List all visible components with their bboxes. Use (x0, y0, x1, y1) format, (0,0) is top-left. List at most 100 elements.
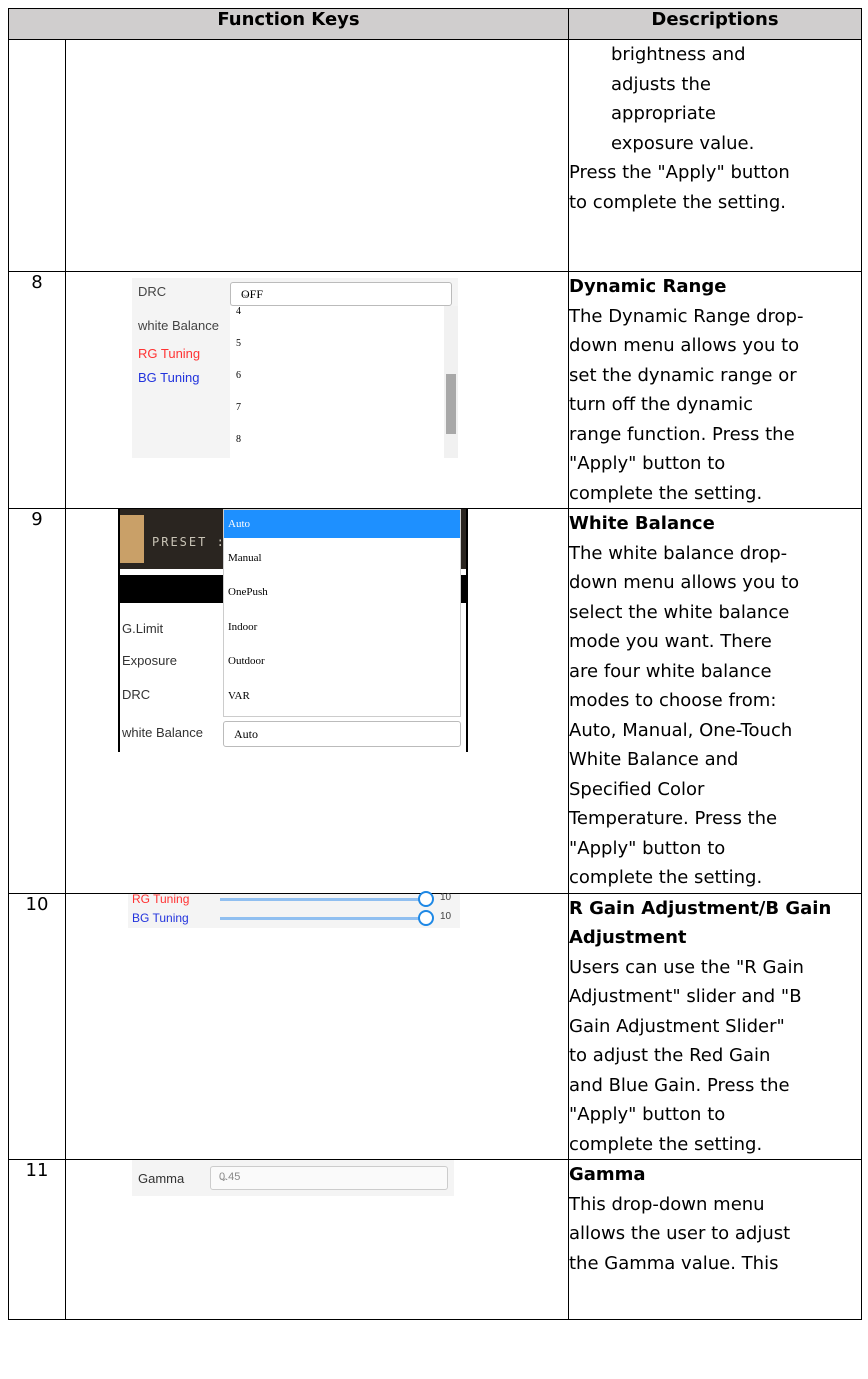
wb-option-var[interactable]: VAR (224, 682, 460, 710)
text-line: set the dynamic range or (569, 364, 797, 386)
rg-slider-handle[interactable] (418, 890, 434, 907)
g-limit-label: G.Limit (122, 621, 164, 636)
gain-sliders-screenshot: RG Tuning 10 BG Tuning 10 (128, 890, 460, 928)
chevron-down-icon: ⌄ (234, 728, 244, 740)
gamma-select[interactable]: 0.45 ⌄ (210, 1166, 448, 1190)
preset-label: PRESET : (152, 535, 226, 549)
scrollbar[interactable] (444, 306, 458, 458)
wb-option-outdoor[interactable]: Outdoor (224, 647, 460, 675)
table-row-8: 8 DRC white Balance RG Tuning BG Tuning … (8, 271, 862, 509)
indented-lines: brightness and adjusts the appropriate e… (569, 40, 861, 158)
drc-option[interactable]: 5 (236, 338, 241, 349)
description-cell: Gamma This drop-down menu allows the use… (568, 1159, 862, 1320)
text-line: allows the user to adjust (569, 1223, 791, 1244)
white-balance-screenshot: PRESET : G.Limit Exposure DRC white Bala… (118, 509, 468, 752)
wb-option-onepush[interactable]: OnePush (224, 578, 460, 606)
text-line: Adjustment" slider and "B (569, 986, 802, 1007)
white-balance-select[interactable]: Auto ⌄ (223, 721, 461, 747)
bg-slider-track[interactable] (220, 916, 430, 920)
description-title: Gamma (569, 1164, 646, 1185)
rg-slider-track[interactable] (220, 897, 430, 901)
text-line: Auto, Manual, One-Touch (569, 719, 793, 741)
chevron-down-icon: ⌄ (219, 1172, 229, 1184)
text-line: to complete the setting. (569, 191, 786, 213)
text-line: mode you want. There (569, 631, 772, 652)
chevron-down-icon: ⌄ (241, 288, 251, 300)
text-line: Specified Color (569, 778, 705, 800)
description-cell: R Gain Adjustment/B Gain Adjustment User… (568, 892, 862, 1160)
rg-slider-value: 10 (440, 891, 452, 903)
text-line: complete the setting. (569, 867, 763, 888)
text-line: and Blue Gain. Press the (569, 1074, 790, 1096)
preset-tab (118, 515, 144, 563)
text-line: Gain Adjustment Slider" (569, 1015, 785, 1037)
white-balance-options-menu: Auto Manual OnePush Indoor Outdoor VAR (223, 509, 461, 717)
text-line: adjusts the (611, 73, 711, 95)
gamma-label: Gamma (138, 1171, 185, 1186)
drc-option[interactable]: 8 (236, 434, 241, 445)
text-line: complete the setting. (569, 1133, 763, 1155)
row-number: 9 (8, 508, 66, 894)
text-line: down menu allows you to (569, 335, 800, 356)
screenshot-cell-empty (65, 39, 569, 272)
text-line: Temperature. Press the (569, 808, 778, 829)
header-descriptions: Descriptions (568, 8, 862, 40)
text-line: Users can use the "R Gain (569, 956, 804, 978)
drc-options-list: 4 5 6 7 8 (230, 306, 458, 458)
text-line: "Apply" button to (569, 837, 726, 859)
frame-edge (118, 509, 120, 752)
frame-edge (466, 509, 468, 752)
drc-option[interactable]: 4 (236, 306, 241, 317)
description-title: Dynamic Range (569, 276, 727, 297)
description-cell: brightness and adjusts the appropriate e… (568, 39, 862, 272)
scrollbar-thumb[interactable] (446, 374, 456, 434)
table-row-continued: brightness and adjusts the appropriate e… (8, 39, 862, 272)
drc-label: DRC (122, 687, 151, 702)
description-cell: White Balance The white balance drop- do… (568, 508, 862, 894)
drc-label: DRC (138, 284, 167, 299)
text-line: The Dynamic Range drop- (569, 305, 804, 327)
row-number: 8 (8, 271, 66, 509)
text-line: select the white balance (569, 601, 790, 623)
text-line: "Apply" button to (569, 453, 726, 474)
text-line: complete the setting. (569, 482, 763, 504)
table-header-row: Function Keys Descriptions (8, 8, 862, 40)
screenshot-cell: DRC white Balance RG Tuning BG Tuning OF… (65, 271, 569, 509)
text-line: The white balance drop- (569, 542, 788, 564)
description-cell: Dynamic Range The Dynamic Range drop- do… (568, 271, 862, 509)
drc-select[interactable]: OFF ⌄ (230, 282, 452, 306)
text-line: down menu allows you to (569, 572, 800, 593)
bg-tuning-label: BG Tuning (132, 910, 189, 925)
drc-option[interactable]: 6 (236, 370, 241, 381)
text-line: White Balance and (569, 749, 739, 770)
header-function-keys: Function Keys (8, 8, 569, 40)
bg-slider-handle[interactable] (418, 909, 434, 926)
table-row-9: 9 PRESET : G.Limit Exposure DRC white Ba… (8, 508, 862, 894)
function-keys-table: Function Keys Descriptions brightness an… (8, 8, 862, 1320)
text-line: are four white balance (569, 660, 772, 682)
row-number: 11 (8, 1159, 66, 1320)
text-line: the Gamma value. This (569, 1252, 779, 1274)
wb-option-manual[interactable]: Manual (224, 544, 460, 572)
rg-tuning-label: RG Tuning (132, 891, 190, 906)
bg-slider-value: 10 (440, 910, 452, 922)
row-number: 10 (8, 892, 66, 1160)
screenshot-cell: Gamma 0.45 ⌄ (65, 1159, 569, 1320)
text-line: brightness and (611, 44, 746, 65)
table-row-10: 10 RG Tuning 10 BG Tuning 10 R Gain Adju… (8, 890, 862, 1160)
bg-tuning-label: BG Tuning (138, 370, 200, 385)
text-line: turn off the dynamic (569, 394, 754, 415)
white-balance-label: white Balance (138, 318, 219, 333)
wb-option-auto[interactable]: Auto (224, 510, 460, 538)
wb-option-indoor[interactable]: Indoor (224, 613, 460, 641)
description-title: R Gain Adjustment/B Gain Adjustment (569, 897, 832, 949)
exposure-label: Exposure (122, 653, 177, 668)
description-title: White Balance (569, 513, 715, 534)
text-line: This drop-down menu (569, 1193, 765, 1215)
drc-option[interactable]: 7 (236, 402, 241, 413)
text-line: Press the "Apply" button (569, 162, 790, 183)
gamma-screenshot: Gamma 0.45 ⌄ (132, 1160, 454, 1196)
text-line: modes to choose from: (569, 690, 777, 711)
text-line: exposure value. (611, 132, 755, 154)
text-line: appropriate (611, 103, 716, 124)
